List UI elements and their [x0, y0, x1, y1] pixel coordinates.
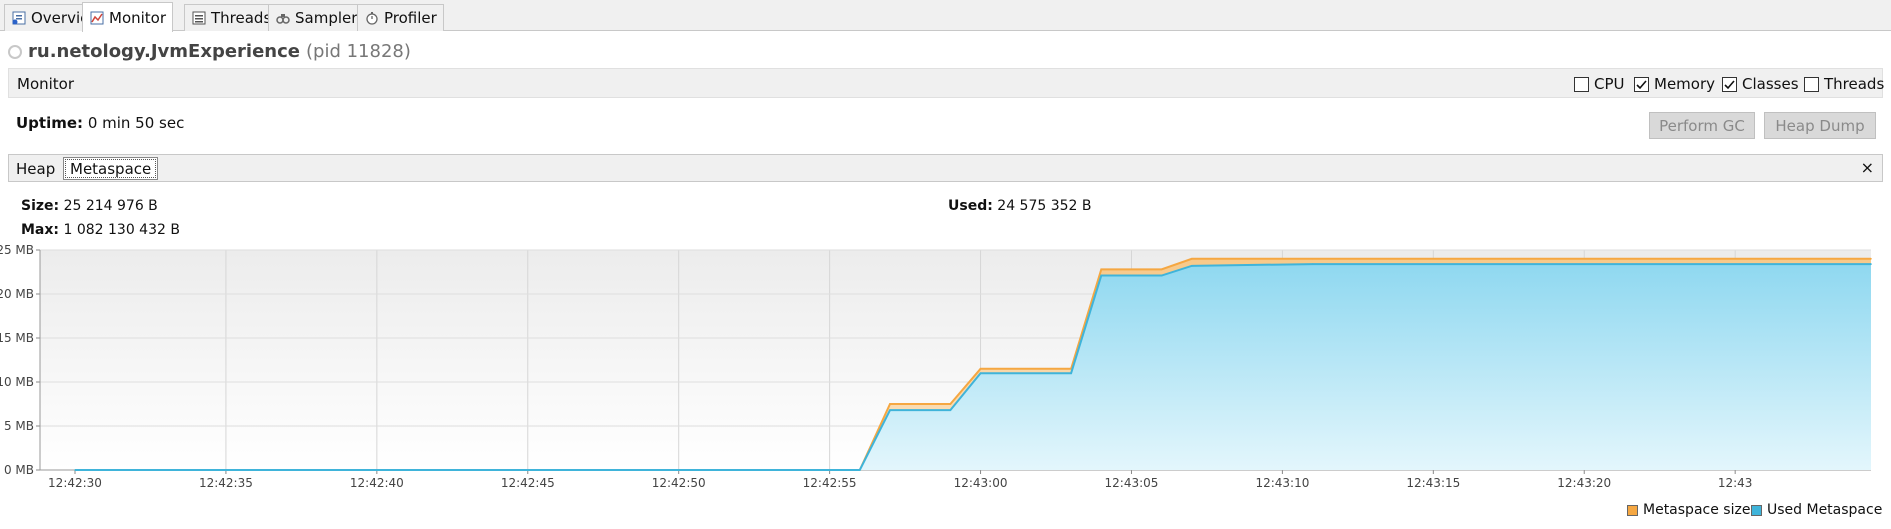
data-point: [74, 469, 76, 471]
checkbox-label: Classes: [1742, 75, 1799, 93]
status-circle-icon: [8, 44, 22, 59]
data-point: [949, 409, 952, 411]
tab-threads[interactable]: Threads: [184, 4, 279, 31]
x-tick-label: 12:43:10: [1255, 476, 1309, 490]
data-point: [1311, 258, 1314, 260]
data-point: [1191, 258, 1193, 260]
data-point: [979, 368, 982, 370]
tab-monitor[interactable]: Monitor: [82, 2, 174, 32]
tab-sampler[interactable]: Sampler: [268, 4, 365, 31]
uptime-label: Uptime:: [16, 114, 84, 132]
close-icon[interactable]: ×: [1861, 158, 1874, 177]
data-point: [949, 403, 952, 405]
memory-checkbox[interactable]: Memory: [1634, 75, 1715, 93]
max-value: 1 082 130 432 B: [63, 222, 180, 238]
classes-checkbox[interactable]: Classes: [1722, 75, 1799, 93]
x-tick-label: 12:42:50: [652, 476, 706, 490]
checkbox-box[interactable]: [1574, 76, 1589, 92]
legend-metaspace-size: Metaspace size: [1627, 502, 1750, 518]
data-point: [1311, 263, 1314, 265]
process-name: ru.netology.JvmExperience: [28, 41, 300, 62]
max-label: Max:: [21, 222, 60, 238]
subtab-heap[interactable]: Heap: [10, 157, 61, 180]
data-point: [1100, 274, 1103, 277]
data-point: [1100, 268, 1103, 271]
x-tick-label: 12:43:20: [1557, 476, 1611, 490]
used-value: 24 575 352 B: [997, 198, 1092, 214]
y-tick-label: 20 MB: [0, 287, 34, 301]
x-tick-label: 12:42:55: [803, 476, 857, 490]
x-tick-label: 12:43:00: [954, 476, 1008, 490]
x-tick-label: 12:42:35: [199, 476, 253, 490]
used-stat: Used: 24 575 352 B: [948, 198, 1092, 214]
legend-swatch: [1751, 504, 1762, 516]
legend-label: Used Metaspace: [1767, 502, 1883, 518]
heap-dump-button[interactable]: Heap Dump: [1764, 112, 1876, 139]
checkbox-label: Threads: [1824, 75, 1885, 93]
uptime-value: 0 min 50 sec: [87, 114, 185, 132]
stopwatch-icon: [364, 10, 380, 26]
checkmark-icon[interactable]: [1634, 76, 1649, 92]
data-point: [1870, 263, 1872, 265]
size-stat: Size: 25 214 976 B: [21, 198, 158, 214]
info-icon: [11, 10, 27, 26]
x-tick-label: 12:42:30: [48, 476, 102, 490]
tab-label: Monitor: [109, 8, 167, 27]
checkbox-label: CPU: [1594, 75, 1625, 93]
data-point: [1070, 372, 1072, 374]
monitor-title: Monitor: [17, 75, 75, 93]
list-icon: [191, 10, 207, 26]
uptime: Uptime: 0 min 50 sec: [16, 114, 184, 132]
tab-profiler[interactable]: Profiler: [357, 4, 444, 31]
binoculars-icon: [275, 10, 291, 26]
data-point: [889, 403, 891, 405]
subtab-metaspace[interactable]: Metaspace: [63, 157, 159, 180]
metaspace-chart: 12:42:30 12:42:35 12:42:40 12:42:45 12:42:50…: [0, 244, 1872, 490]
size-value: 25 214 976 B: [63, 198, 158, 214]
cpu-checkbox[interactable]: CPU: [1574, 75, 1625, 93]
y-tick-label: 0 MB: [4, 463, 34, 477]
tab-label: Profiler: [384, 9, 437, 27]
checkmark-icon[interactable]: [1722, 76, 1737, 92]
data-point: [859, 469, 861, 471]
x-tick-label: 12:42:45: [501, 476, 555, 490]
x-tick-label: 12:42:40: [350, 476, 404, 490]
chart-icon: [89, 10, 105, 26]
threads-checkbox[interactable]: Threads: [1804, 75, 1884, 93]
legend-used-metaspace: Used Metaspace: [1751, 502, 1882, 518]
x-tick-label: 12:43:05: [1105, 476, 1159, 490]
x-tick-label: 12:43:15: [1406, 476, 1460, 490]
size-label: Size:: [21, 198, 60, 214]
data-point: [1870, 258, 1872, 260]
checkbox-label: Memory: [1654, 75, 1716, 93]
x-tick-label: 12:43: [1718, 476, 1753, 490]
process-pid: (pid 11828): [306, 41, 411, 62]
y-tick-label: 10 MB: [0, 375, 34, 389]
tab-label: Threads: [211, 9, 272, 27]
data-point: [889, 409, 891, 411]
memory-subtabs: Heap Metaspace ×: [8, 154, 1883, 182]
data-point: [1160, 274, 1163, 277]
used-label: Used:: [948, 198, 993, 214]
perform-gc-button[interactable]: Perform GC: [1649, 112, 1755, 139]
legend-label: Metaspace size: [1643, 502, 1751, 518]
y-tick-label: 5 MB: [4, 419, 34, 433]
tab-label: Sampler: [295, 9, 358, 27]
process-title: ru.netology.JvmExperience (pid 11828): [8, 41, 411, 62]
y-tick-label: 25 MB: [0, 244, 34, 257]
data-point: [1191, 265, 1193, 267]
monitor-header: Monitor CPU Memory Classes Threads: [8, 68, 1884, 98]
max-stat: Max: 1 082 130 432 B: [21, 222, 180, 238]
tab-bar: Overview Monitor Threads Sampler Profile…: [0, 0, 1891, 32]
data-point: [979, 372, 982, 374]
data-point: [1160, 268, 1163, 271]
legend-swatch: [1627, 504, 1638, 516]
checkbox-box[interactable]: [1804, 76, 1819, 92]
y-tick-label: 15 MB: [0, 331, 34, 345]
